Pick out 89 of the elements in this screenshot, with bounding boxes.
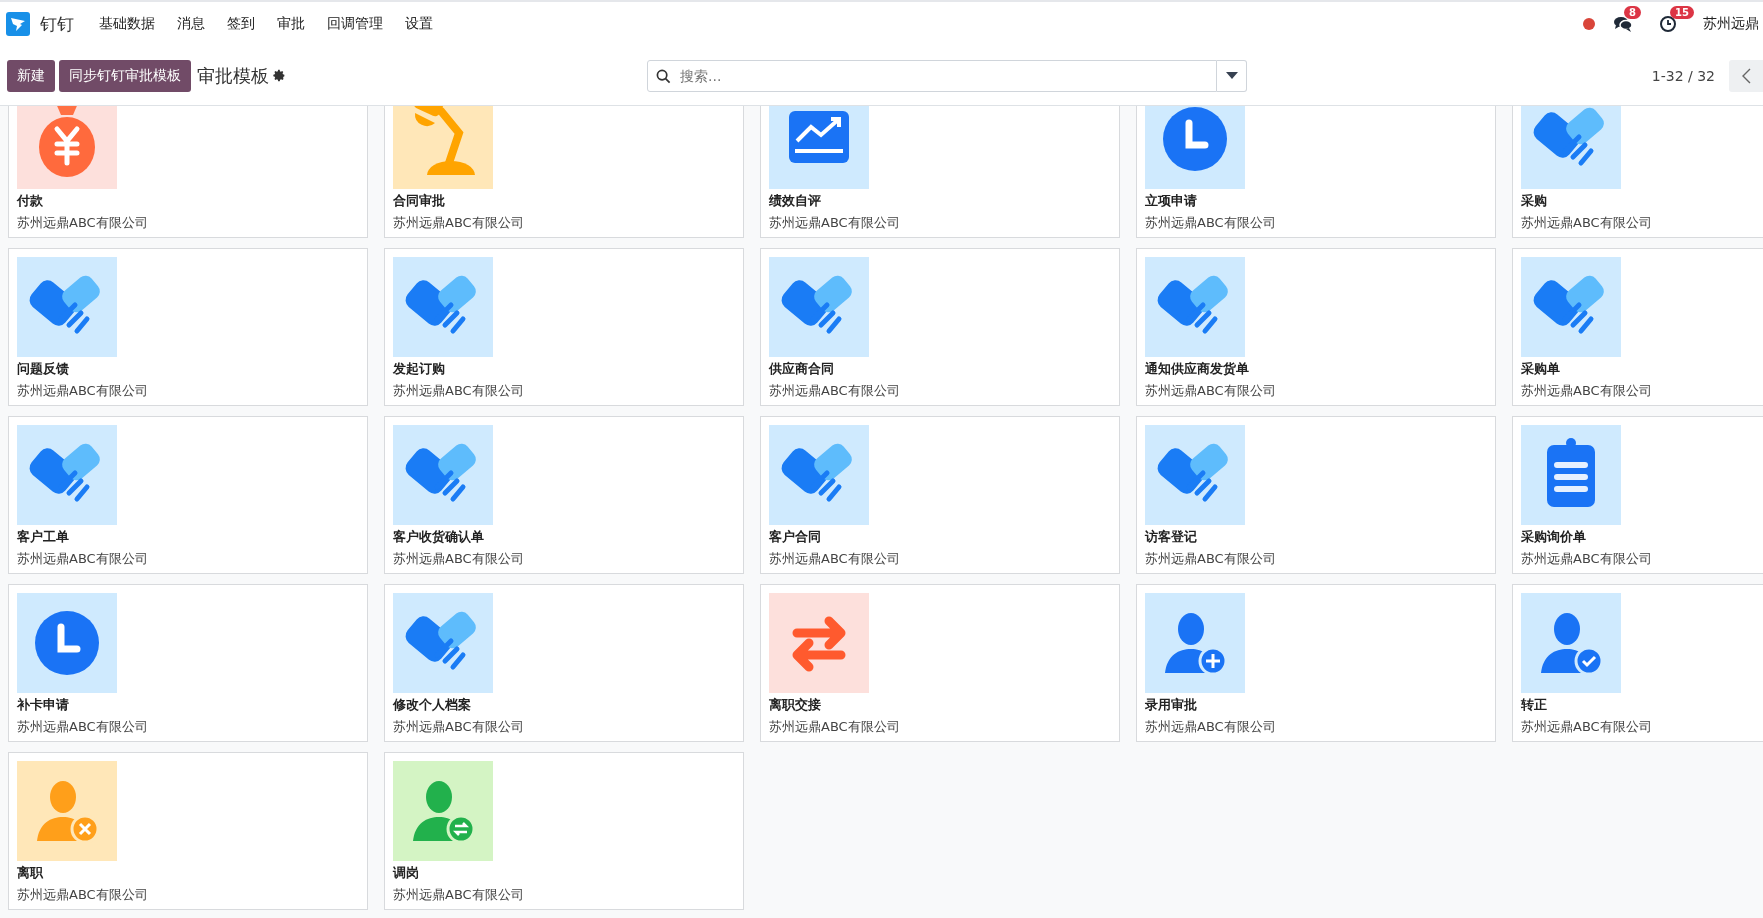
template-card[interactable]: 绩效自评 苏州远鼎ABC有限公司 (760, 106, 1120, 238)
card-title: 采购询价单 (1521, 528, 1587, 546)
template-card[interactable]: 调岗 苏州远鼎ABC有限公司 (384, 752, 744, 910)
company-name: 苏州远鼎ABC有限公司 (17, 886, 149, 904)
pager-value[interactable]: 1-32 / 32 (1651, 67, 1715, 84)
menu-item[interactable]: 回调管理 (316, 15, 394, 33)
template-card[interactable]: 采购询价单 苏州远鼎ABC有限公司 (1512, 416, 1763, 574)
app-name: 钉钉 (40, 12, 74, 36)
card-title: 客户收货确认单 (393, 528, 485, 546)
menu-item[interactable]: 审批 (266, 15, 316, 33)
settings-icon[interactable] (273, 69, 286, 82)
status-dot[interactable] (1583, 18, 1595, 30)
template-card[interactable]: 付款 苏州远鼎ABC有限公司 (8, 106, 368, 238)
card-title: 立项申请 (1145, 192, 1198, 210)
menu-item[interactable]: 签到 (216, 15, 266, 33)
card-title: 修改个人档案 (393, 696, 472, 714)
card-title: 付款 (17, 192, 44, 210)
card-title: 问题反馈 (17, 360, 70, 378)
template-card[interactable]: 补卡申请 苏州远鼎ABC有限公司 (8, 584, 368, 742)
card-title: 绩效自评 (769, 192, 822, 210)
card-title: 客户工单 (17, 528, 70, 546)
card-title: 离职 (17, 864, 44, 882)
card-title: 采购 (1521, 192, 1548, 210)
template-card[interactable]: 发起订购 苏州远鼎ABC有限公司 (384, 248, 744, 406)
card-title: 合同审批 (393, 192, 446, 210)
card-title: 录用审批 (1145, 696, 1198, 714)
message-count-badge: 8 (1624, 6, 1641, 19)
company-name: 苏州远鼎ABC有限公司 (393, 550, 525, 568)
search-field[interactable]: 搜索... (647, 59, 1217, 92)
template-card[interactable]: 立项申请 苏州远鼎ABC有限公司 (1136, 106, 1496, 238)
card-title: 离职交接 (769, 696, 822, 714)
template-card[interactable]: 问题反馈 苏州远鼎ABC有限公司 (8, 248, 368, 406)
card-title: 发起订购 (393, 360, 446, 378)
activity-count-badge: 15 (1670, 6, 1694, 19)
new-button[interactable]: 新建 (7, 59, 55, 92)
company-name: 苏州远鼎ABC有限公司 (17, 550, 149, 568)
company-name: 苏州远鼎ABC有限公司 (393, 718, 525, 736)
company-switcher[interactable]: 苏州远鼎 (1703, 15, 1759, 33)
company-name: 苏州远鼎ABC有限公司 (17, 382, 149, 400)
search-options-button[interactable] (1217, 59, 1247, 92)
menu-item[interactable]: 消息 (166, 15, 216, 33)
company-name: 苏州远鼎ABC有限公司 (769, 550, 901, 568)
template-card[interactable]: 修改个人档案 苏州远鼎ABC有限公司 (384, 584, 744, 742)
template-card[interactable]: 客户工单 苏州远鼎ABC有限公司 (8, 416, 368, 574)
card-title: 访客登记 (1145, 528, 1198, 546)
chat-icon[interactable] (1613, 15, 1633, 33)
template-card[interactable]: 离职交接 苏州远鼎ABC有限公司 (760, 584, 1120, 742)
template-card[interactable]: 通知供应商发货单 苏州远鼎ABC有限公司 (1136, 248, 1496, 406)
card-title: 通知供应商发货单 (1145, 360, 1250, 378)
chevron-left-icon (1741, 67, 1751, 84)
card-title: 补卡申请 (17, 696, 70, 714)
company-name: 苏州远鼎ABC有限公司 (393, 214, 525, 232)
template-card[interactable]: 合同审批 苏州远鼎ABC有限公司 (384, 106, 744, 238)
card-title: 采购单 (1521, 360, 1561, 378)
template-card[interactable]: 客户收货确认单 苏州远鼎ABC有限公司 (384, 416, 744, 574)
app-logo-icon[interactable] (6, 12, 30, 36)
company-name: 苏州远鼎ABC有限公司 (1521, 718, 1653, 736)
sync-button[interactable]: 同步钉钉审批模板 (59, 59, 191, 92)
menu-item[interactable]: 基础数据 (88, 15, 166, 33)
breadcrumb-title: 审批模板 (197, 63, 269, 88)
company-name: 苏州远鼎ABC有限公司 (769, 214, 901, 232)
clock-icon[interactable] (1659, 15, 1677, 33)
company-name: 苏州远鼎ABC有限公司 (1521, 214, 1653, 232)
template-card[interactable]: 客户合同 苏州远鼎ABC有限公司 (760, 416, 1120, 574)
company-name: 苏州远鼎ABC有限公司 (17, 214, 149, 232)
template-card[interactable]: 离职 苏州远鼎ABC有限公司 (8, 752, 368, 910)
card-title: 调岗 (393, 864, 420, 882)
company-name: 苏州远鼎ABC有限公司 (769, 718, 901, 736)
template-card[interactable]: 录用审批 苏州远鼎ABC有限公司 (1136, 584, 1496, 742)
company-name: 苏州远鼎ABC有限公司 (17, 718, 149, 736)
card-title: 转正 (1521, 696, 1548, 714)
caret-down-icon (1225, 72, 1238, 79)
card-title: 供应商合同 (769, 360, 835, 378)
template-card[interactable]: 供应商合同 苏州远鼎ABC有限公司 (760, 248, 1120, 406)
template-card[interactable]: 采购 苏州远鼎ABC有限公司 (1512, 106, 1763, 238)
template-card[interactable]: 采购单 苏州远鼎ABC有限公司 (1512, 248, 1763, 406)
company-name: 苏州远鼎ABC有限公司 (769, 382, 901, 400)
card-title: 客户合同 (769, 528, 822, 546)
template-card[interactable]: 访客登记 苏州远鼎ABC有限公司 (1136, 416, 1496, 574)
company-name: 苏州远鼎ABC有限公司 (1521, 382, 1653, 400)
company-name: 苏州远鼎ABC有限公司 (1521, 550, 1653, 568)
company-name: 苏州远鼎ABC有限公司 (1145, 550, 1277, 568)
template-card[interactable]: 转正 苏州远鼎ABC有限公司 (1512, 584, 1763, 742)
company-name: 苏州远鼎ABC有限公司 (393, 382, 525, 400)
company-name: 苏州远鼎ABC有限公司 (1145, 718, 1277, 736)
company-name: 苏州远鼎ABC有限公司 (393, 886, 525, 904)
company-name: 苏州远鼎ABC有限公司 (1145, 214, 1277, 232)
company-name: 苏州远鼎ABC有限公司 (1145, 382, 1277, 400)
menu-item[interactable]: 设置 (394, 15, 444, 33)
